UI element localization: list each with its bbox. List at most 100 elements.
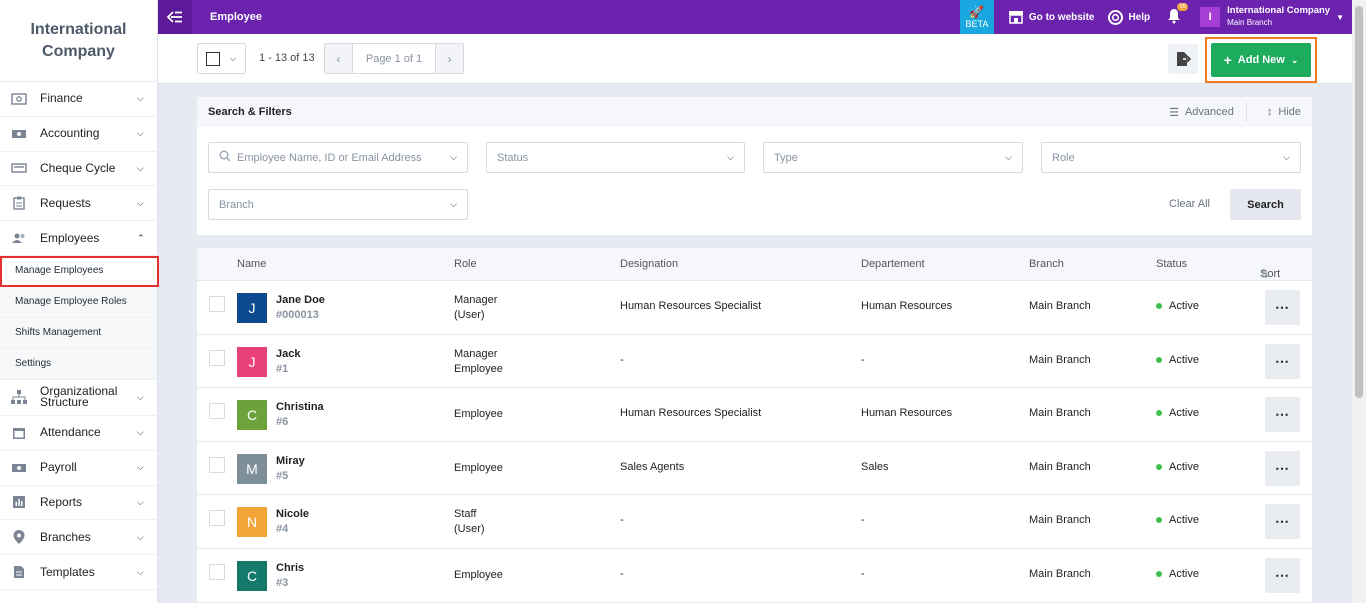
select-all-checkbox[interactable] <box>206 51 220 66</box>
sidebar-item-requests[interactable]: Requests ⌵ <box>0 186 157 222</box>
employee-name[interactable]: Nicole <box>276 508 309 520</box>
row-checkbox[interactable] <box>209 403 225 420</box>
page-indicator: Page 1 of 1 <box>352 44 436 73</box>
column-header-branch[interactable]: Branch <box>1029 258 1064 270</box>
table-row[interactable]: J Jack #1 Manager Employee - - Main Branc… <box>197 335 1312 389</box>
record-count: 1 - 13 of 13 <box>259 52 315 64</box>
row-actions-button[interactable]: ⋯ <box>1265 343 1300 379</box>
company-switcher[interactable]: I International Company Main Branch ▼ <box>1200 5 1344 29</box>
employee-search-input[interactable]: Employee Name, ID or Email Address ⌵ <box>208 142 468 173</box>
hide-filters-button[interactable]: ↕ Hide <box>1267 106 1301 118</box>
chevron-down-icon: ⌵ <box>137 197 144 208</box>
role-line-2: (User) <box>454 523 485 536</box>
row-actions-button[interactable]: ⋯ <box>1265 397 1300 433</box>
sidebar: International Company Finance ⌵ Accounti… <box>0 0 159 603</box>
sidebar-subitem-manage-employee-roles[interactable]: Manage Employee Roles <box>0 286 157 318</box>
row-checkbox[interactable] <box>209 456 225 473</box>
branch-select[interactable]: Branch ⌵ <box>208 189 468 220</box>
row-checkbox[interactable] <box>209 563 225 580</box>
sidebar-item-attendance[interactable]: Attendance ⌵ <box>0 416 157 451</box>
employee-name[interactable]: Chris <box>276 562 304 574</box>
row-checkbox[interactable] <box>209 510 225 527</box>
employee-name[interactable]: Miray <box>276 455 305 467</box>
sidebar-item-label: Reports <box>40 494 83 509</box>
employee-id: #1 <box>276 362 289 375</box>
sidebar-item-cheque-cycle[interactable]: Cheque Cycle ⌵ <box>0 152 157 187</box>
status-dot-icon <box>1156 570 1162 577</box>
table-header: Name Role Designation Departement Branch… <box>197 248 1312 281</box>
column-header-name[interactable]: Name <box>237 258 266 270</box>
table-row[interactable]: C Chris #3 Employee - - Main Branch Acti… <box>197 549 1312 603</box>
advanced-filter-button[interactable]: ☰ Advanced <box>1169 106 1234 119</box>
status-select[interactable]: Status ⌵ <box>486 142 745 173</box>
brand-title: International Company <box>0 0 157 82</box>
caret-down-icon: ▼ <box>1336 12 1344 22</box>
table-row[interactable]: J Jane Doe #000013 Manager (User) Human R… <box>197 281 1312 335</box>
employee-department: Sales <box>861 460 889 473</box>
export-button[interactable] <box>1168 44 1198 74</box>
scrollbar-thumb[interactable] <box>1355 6 1363 398</box>
row-actions-button[interactable]: ⋯ <box>1265 450 1300 486</box>
sidebar-item-finance[interactable]: Finance ⌵ <box>0 82 157 117</box>
column-header-role[interactable]: Role <box>454 258 477 270</box>
employee-avatar: C <box>237 400 267 431</box>
beta-button[interactable]: 🚀 BETA <box>959 0 994 34</box>
sidebar-item-payroll[interactable]: Payroll ⌵ <box>0 451 157 486</box>
row-actions-button[interactable]: ⋯ <box>1265 290 1300 325</box>
column-header-department[interactable]: Departement <box>861 258 925 270</box>
column-header-designation[interactable]: Designation <box>620 258 678 270</box>
row-checkbox[interactable] <box>209 349 225 366</box>
sidebar-item-templates[interactable]: Templates ⌵ <box>0 555 157 590</box>
table-row[interactable]: N Nicole #4 Staff (User) - - Main Branch … <box>197 495 1312 549</box>
type-select[interactable]: Type ⌵ <box>763 142 1023 173</box>
chevron-down-icon: ⌵ <box>137 566 144 577</box>
row-checkbox[interactable] <box>209 296 225 312</box>
sidebar-item-organizational-structure[interactable]: Organizational Structure ⌵ <box>0 380 157 416</box>
column-header-status[interactable]: Status <box>1156 258 1187 270</box>
employee-name[interactable]: Jane Doe <box>276 294 325 306</box>
sliders-icon: ☰ <box>1169 106 1179 119</box>
row-actions-button[interactable]: ⋯ <box>1265 504 1300 540</box>
role-line-1: Employee <box>454 568 503 581</box>
status-dot-icon <box>1156 410 1162 417</box>
add-new-button[interactable]: + Add New ⌄ <box>1211 43 1311 77</box>
calendar-icon <box>10 426 28 440</box>
employee-name[interactable]: Jack <box>276 348 300 360</box>
status-dot-icon <box>1156 463 1162 470</box>
sidebar-subitem-shifts-management[interactable]: Shifts Management <box>0 317 157 349</box>
employee-avatar: C <box>237 560 267 591</box>
clear-all-link[interactable]: Clear All <box>1169 198 1210 210</box>
notifications-button[interactable]: 99 <box>1166 2 1189 27</box>
collapse-menu-button[interactable] <box>158 0 192 34</box>
employee-avatar: N <box>237 507 267 538</box>
sidebar-item-reports[interactable]: Reports ⌵ <box>0 486 157 521</box>
sidebar-item-employees[interactable]: Employees ⌃ <box>0 221 157 256</box>
list-toolbar: ⌵ 1 - 13 of 13 ‹ Page 1 of 1 › + Add New… <box>158 34 1352 84</box>
sidebar-item-accounting[interactable]: Accounting ⌵ <box>0 117 157 152</box>
next-page-button[interactable]: › <box>436 44 463 73</box>
chevron-down-icon: ⌵ <box>450 152 457 162</box>
status-dot-icon <box>1156 303 1162 309</box>
previous-page-button[interactable]: ‹ <box>325 44 352 73</box>
table-row[interactable]: C Christina #6 Employee Human Resources … <box>197 388 1312 442</box>
search-button[interactable]: Search <box>1230 189 1301 220</box>
page-title: Employee <box>210 11 262 23</box>
sidebar-item-label: Templates <box>40 564 95 579</box>
employee-role: Employee <box>454 407 503 422</box>
table-row[interactable]: M Miray #5 Employee Sales Agents Sales M… <box>197 442 1312 496</box>
bulk-select-dropdown[interactable]: ⌵ <box>197 43 246 74</box>
row-actions-button[interactable]: ⋯ <box>1265 557 1300 593</box>
help-link[interactable]: Help <box>1108 9 1150 25</box>
more-horizontal-icon: ⋯ <box>1275 352 1290 369</box>
role-select[interactable]: Role ⌵ <box>1041 142 1301 173</box>
employees-submenu: Manage Employees Manage Employee Roles S… <box>0 255 159 380</box>
employee-name[interactable]: Christina <box>276 401 324 413</box>
avatar-initial: J <box>248 353 256 370</box>
sidebar-subitem-manage-employees[interactable]: Manage Employees <box>0 255 159 287</box>
sidebar-subitem-settings[interactable]: Settings <box>0 348 157 380</box>
org-icon <box>10 390 28 405</box>
employee-designation: Human Resources Specialist <box>620 300 762 312</box>
sidebar-item-branches[interactable]: Branches ⌵ <box>0 520 157 556</box>
page-scrollbar[interactable] <box>1352 0 1366 603</box>
go-to-website-link[interactable]: Go to website <box>1008 10 1094 24</box>
